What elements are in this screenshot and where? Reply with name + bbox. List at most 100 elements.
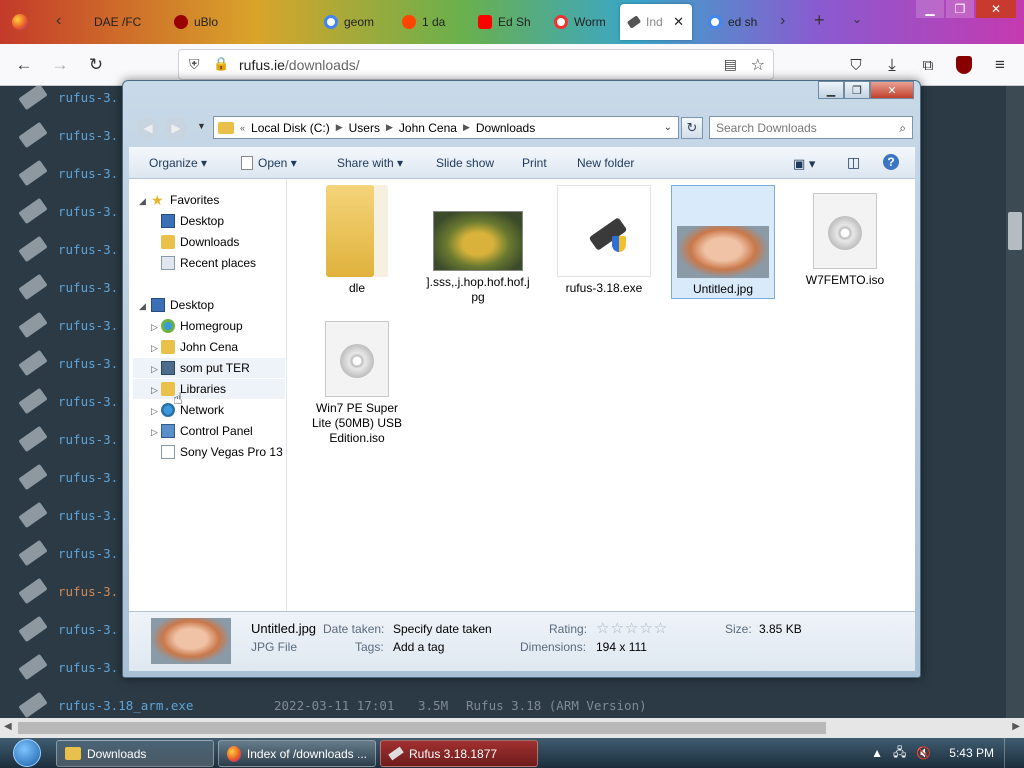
reload-icon[interactable]: ↻ (84, 53, 108, 77)
tab-youtube[interactable]: Ed Sh (470, 4, 544, 40)
explorer-close-icon[interactable]: ✕ (870, 81, 914, 99)
taskbar-item-downloads[interactable]: Downloads (56, 740, 214, 767)
nav-network[interactable]: Network (161, 400, 224, 420)
page-scroll-thumb[interactable] (1008, 212, 1022, 250)
collapse-favorites-icon[interactable]: ◢ (139, 196, 146, 207)
new-folder-button[interactable]: New folder (577, 156, 634, 170)
preview-pane-icon[interactable]: ◫ (847, 154, 860, 171)
downloads-icon[interactable]: ⤓ (880, 53, 904, 77)
expand-icon[interactable]: ▷ (151, 385, 158, 396)
taskbar-item-rufus[interactable]: Rufus 3.18.1877 (380, 740, 538, 767)
nav-downloads[interactable]: Downloads (161, 232, 239, 252)
menu-icon[interactable]: ≡ (988, 53, 1012, 77)
close-window-icon[interactable]: ✕ (976, 0, 1016, 18)
breadcrumb-john-cena[interactable]: John Cena (399, 121, 457, 135)
lock-icon[interactable]: 🔒 (213, 56, 229, 72)
tab-ublock[interactable]: uBlo (166, 4, 306, 40)
date-taken-field[interactable]: Specify date taken (393, 622, 492, 636)
share-with-button[interactable]: Share with ▾ (337, 156, 403, 170)
taskbar-item-firefox[interactable]: Index of /downloads ... (218, 740, 376, 767)
open-button[interactable]: Open ▾ (241, 156, 297, 170)
tab-dae[interactable]: DAE /FC (86, 4, 156, 40)
clock[interactable]: 5:43 PM (949, 746, 994, 760)
file-item-rufus-exe[interactable]: rufus-3.18.exe (552, 185, 656, 296)
tab-index-active[interactable]: Ind ✕ (620, 4, 692, 40)
back-icon[interactable]: ← (12, 53, 36, 77)
explorer-forward-icon[interactable]: ▶ (165, 117, 187, 139)
page-vertical-scrollbar[interactable] (1006, 86, 1024, 718)
explorer-maximize-icon[interactable]: ❐ (844, 81, 870, 99)
tab-scroll-left-icon[interactable]: ‹ (56, 12, 61, 30)
explorer-window[interactable]: ▁ ❐ ✕ ◀ ▶ ▼ « Local Disk (C:) ▶ Users ▶ … (122, 80, 921, 678)
help-icon[interactable]: ? (883, 154, 899, 170)
nav-control-panel[interactable]: Control Panel (161, 421, 253, 441)
file-item-w7femto-iso[interactable]: W7FEMTO.iso (793, 185, 897, 288)
collapse-desktop-icon[interactable]: ◢ (139, 301, 146, 312)
explorer-minimize-icon[interactable]: ▁ (818, 81, 844, 99)
nav-favorites[interactable]: ★ Favorites (151, 190, 219, 210)
search-downloads-input[interactable]: Search Downloads ⌕ (709, 116, 913, 139)
nav-desktop[interactable]: Desktop (151, 295, 214, 315)
list-item-arm[interactable]: rufus-3.18_arm.exe 2022-03-11 17:01 3.5M… (0, 691, 1024, 718)
rating-stars-icon[interactable]: ☆☆☆☆☆ (596, 619, 668, 637)
tags-field[interactable]: Add a tag (393, 640, 444, 654)
slide-show-button[interactable]: Slide show (436, 156, 494, 170)
nav-desktop-favorite[interactable]: Desktop (161, 211, 224, 231)
page-horizontal-scroll-thumb[interactable] (18, 722, 826, 734)
change-view-icon[interactable]: ▣ ▾ (793, 156, 815, 172)
tab-geom[interactable]: geom (316, 4, 390, 40)
print-button[interactable]: Print (522, 156, 547, 170)
list-all-tabs-icon[interactable]: ⌄ (852, 12, 862, 26)
scroll-right-icon[interactable]: ▶ (1012, 721, 1020, 732)
forward-icon[interactable]: → (48, 53, 72, 77)
volume-muted-icon[interactable]: 🔇 (916, 746, 931, 760)
nav-sony-vegas[interactable]: Sony Vegas Pro 13 (161, 442, 283, 462)
breadcrumb-chevron-icon[interactable]: ▶ (463, 122, 470, 133)
refresh-icon[interactable]: ↻ (681, 117, 703, 139)
tab-scroll-right-icon[interactable]: › (780, 12, 785, 30)
show-hidden-icons[interactable]: ▲ (871, 746, 883, 760)
shield-icon[interactable]: ⛨ (189, 56, 200, 73)
bookmark-star-icon[interactable]: ☆ (751, 55, 765, 75)
breadcrumb-chevron-icon[interactable]: ▶ (386, 122, 393, 133)
explorer-back-icon[interactable]: ◀ (137, 117, 159, 139)
breadcrumb-chevron-icon[interactable]: ▶ (336, 122, 343, 133)
expand-icon[interactable]: ▷ (151, 364, 158, 375)
reader-view-icon[interactable]: ▤ (724, 56, 737, 73)
file-item-dle[interactable]: dle (305, 185, 409, 296)
file-item-win7pe-iso[interactable]: Win7 PE Super Lite (50MB) USB Edition.is… (305, 321, 409, 446)
start-button[interactable] (8, 738, 46, 768)
show-desktop-button[interactable] (1004, 738, 1016, 768)
expand-icon[interactable]: ▷ (151, 427, 158, 438)
tab-close-icon[interactable]: ✕ (673, 14, 684, 30)
recent-pages-icon[interactable]: ▼ (197, 121, 206, 131)
scroll-left-icon[interactable]: ◀ (4, 721, 12, 732)
minimize-icon[interactable]: ▁ (916, 0, 944, 18)
file-item-untitled-jpg[interactable]: Untitled.jpg (671, 185, 775, 299)
address-bar[interactable]: « Local Disk (C:) ▶ Users ▶ John Cena ▶ … (213, 116, 679, 139)
network-tray-icon[interactable]: 🖧 (893, 743, 906, 764)
tab-ed-sheeran[interactable]: ed sh (700, 4, 778, 40)
pocket-icon[interactable]: ⛉ (844, 53, 868, 77)
file-item-fish-jpg[interactable]: ].sss,.j.hop.hof.hof.jpg (426, 185, 530, 305)
tab-worm[interactable]: Worm (546, 4, 620, 40)
breadcrumb-local-disk[interactable]: Local Disk (C:) (251, 121, 330, 135)
expand-icon[interactable]: ▷ (151, 406, 158, 417)
firefox-icon[interactable] (12, 14, 28, 30)
address-dropdown-icon[interactable]: ⌄ (664, 122, 672, 133)
expand-icon[interactable]: ▷ (151, 322, 158, 333)
expand-icon[interactable]: ▷ (151, 343, 158, 354)
extensions-icon[interactable]: ⧉ (916, 53, 940, 77)
ublock-toolbar-icon[interactable] (952, 53, 976, 77)
nav-recent-places[interactable]: Recent places (161, 253, 256, 273)
search-icon[interactable]: ⌕ (899, 121, 906, 136)
url-bar[interactable]: ⛨ 🔒 rufus.ie/downloads/ ▤ ☆ (178, 49, 774, 80)
tab-reddit[interactable]: 1 da (394, 4, 468, 40)
nav-homegroup[interactable]: Homegroup (161, 316, 243, 336)
breadcrumb-users[interactable]: Users (349, 121, 380, 135)
organize-button[interactable]: Organize ▾ (149, 156, 207, 170)
maximize-icon[interactable]: ❐ (946, 0, 974, 18)
new-tab-icon[interactable]: + (814, 10, 825, 31)
nav-john-cena[interactable]: John Cena (161, 337, 238, 357)
breadcrumb-downloads[interactable]: Downloads (476, 121, 535, 135)
